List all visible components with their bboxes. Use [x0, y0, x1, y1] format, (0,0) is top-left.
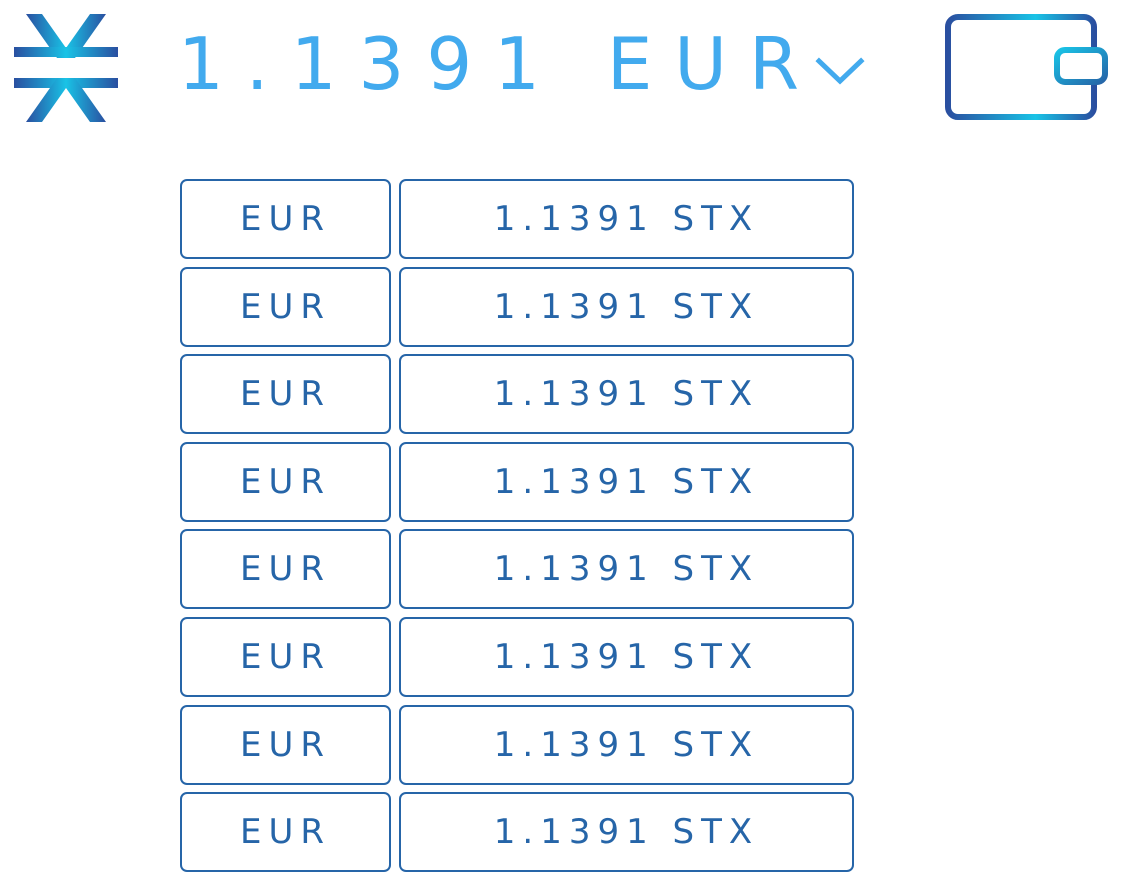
rate-currency: EUR — [180, 266, 391, 347]
rate-amount: 1.1391 STX — [399, 266, 854, 347]
rate-currency: EUR — [180, 441, 391, 522]
rate-amount: 1.1391 STX — [399, 441, 854, 522]
rate-row: EUR 1.1391 STX — [180, 616, 856, 697]
rate-row: EUR 1.1391 STX — [180, 179, 856, 259]
rate-currency: EUR — [180, 704, 391, 785]
rate-amount: 1.1391 STX — [399, 354, 854, 435]
rate-currency: EUR — [180, 179, 391, 259]
currency-selector[interactable]: 1.1391 EUR — [178, 16, 865, 112]
rate-currency: EUR — [180, 792, 391, 873]
rate-row: EUR 1.1391 STX — [180, 266, 856, 347]
stacks-logo-icon — [14, 14, 118, 122]
rate-currency: EUR — [180, 354, 391, 435]
rate-row: EUR 1.1391 STX — [180, 441, 856, 522]
wallet-icon[interactable] — [942, 12, 1112, 126]
rate-amount: 1.1391 STX — [399, 792, 854, 873]
rate-currency: EUR — [180, 529, 391, 610]
header-price: 1.1391 EUR — [178, 22, 822, 106]
rate-amount: 1.1391 STX — [399, 704, 854, 785]
chevron-down-icon[interactable] — [815, 51, 865, 91]
rate-currency: EUR — [180, 616, 391, 697]
rate-row: EUR 1.1391 STX — [180, 354, 856, 435]
rate-row: EUR 1.1391 STX — [180, 792, 856, 873]
rate-row: EUR 1.1391 STX — [180, 704, 856, 785]
rate-amount: 1.1391 STX — [399, 529, 854, 610]
rates-table: EUR 1.1391 STX EUR 1.1391 STX EUR 1.1391… — [180, 179, 856, 880]
rate-amount: 1.1391 STX — [399, 179, 854, 259]
rate-row: EUR 1.1391 STX — [180, 529, 856, 610]
rate-amount: 1.1391 STX — [399, 616, 854, 697]
